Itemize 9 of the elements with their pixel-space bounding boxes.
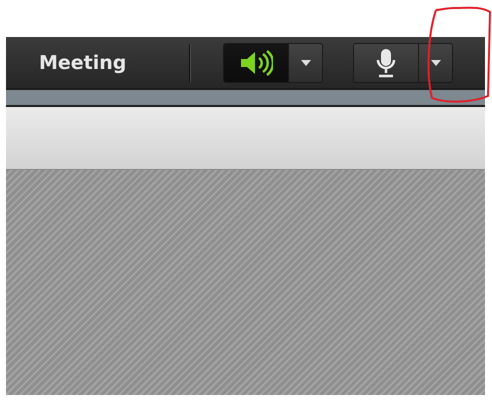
dropdown-button[interactable] <box>419 42 453 82</box>
caret-icon <box>300 60 310 66</box>
dropdown-button[interactable] <box>289 42 323 82</box>
meeting-title: Meeting <box>39 52 128 74</box>
speaker-icon <box>239 50 273 76</box>
caret-icon <box>430 60 440 66</box>
speaker-button[interactable] <box>223 42 289 82</box>
microphone-button[interactable] <box>353 42 419 82</box>
microphone-icon <box>375 48 397 78</box>
